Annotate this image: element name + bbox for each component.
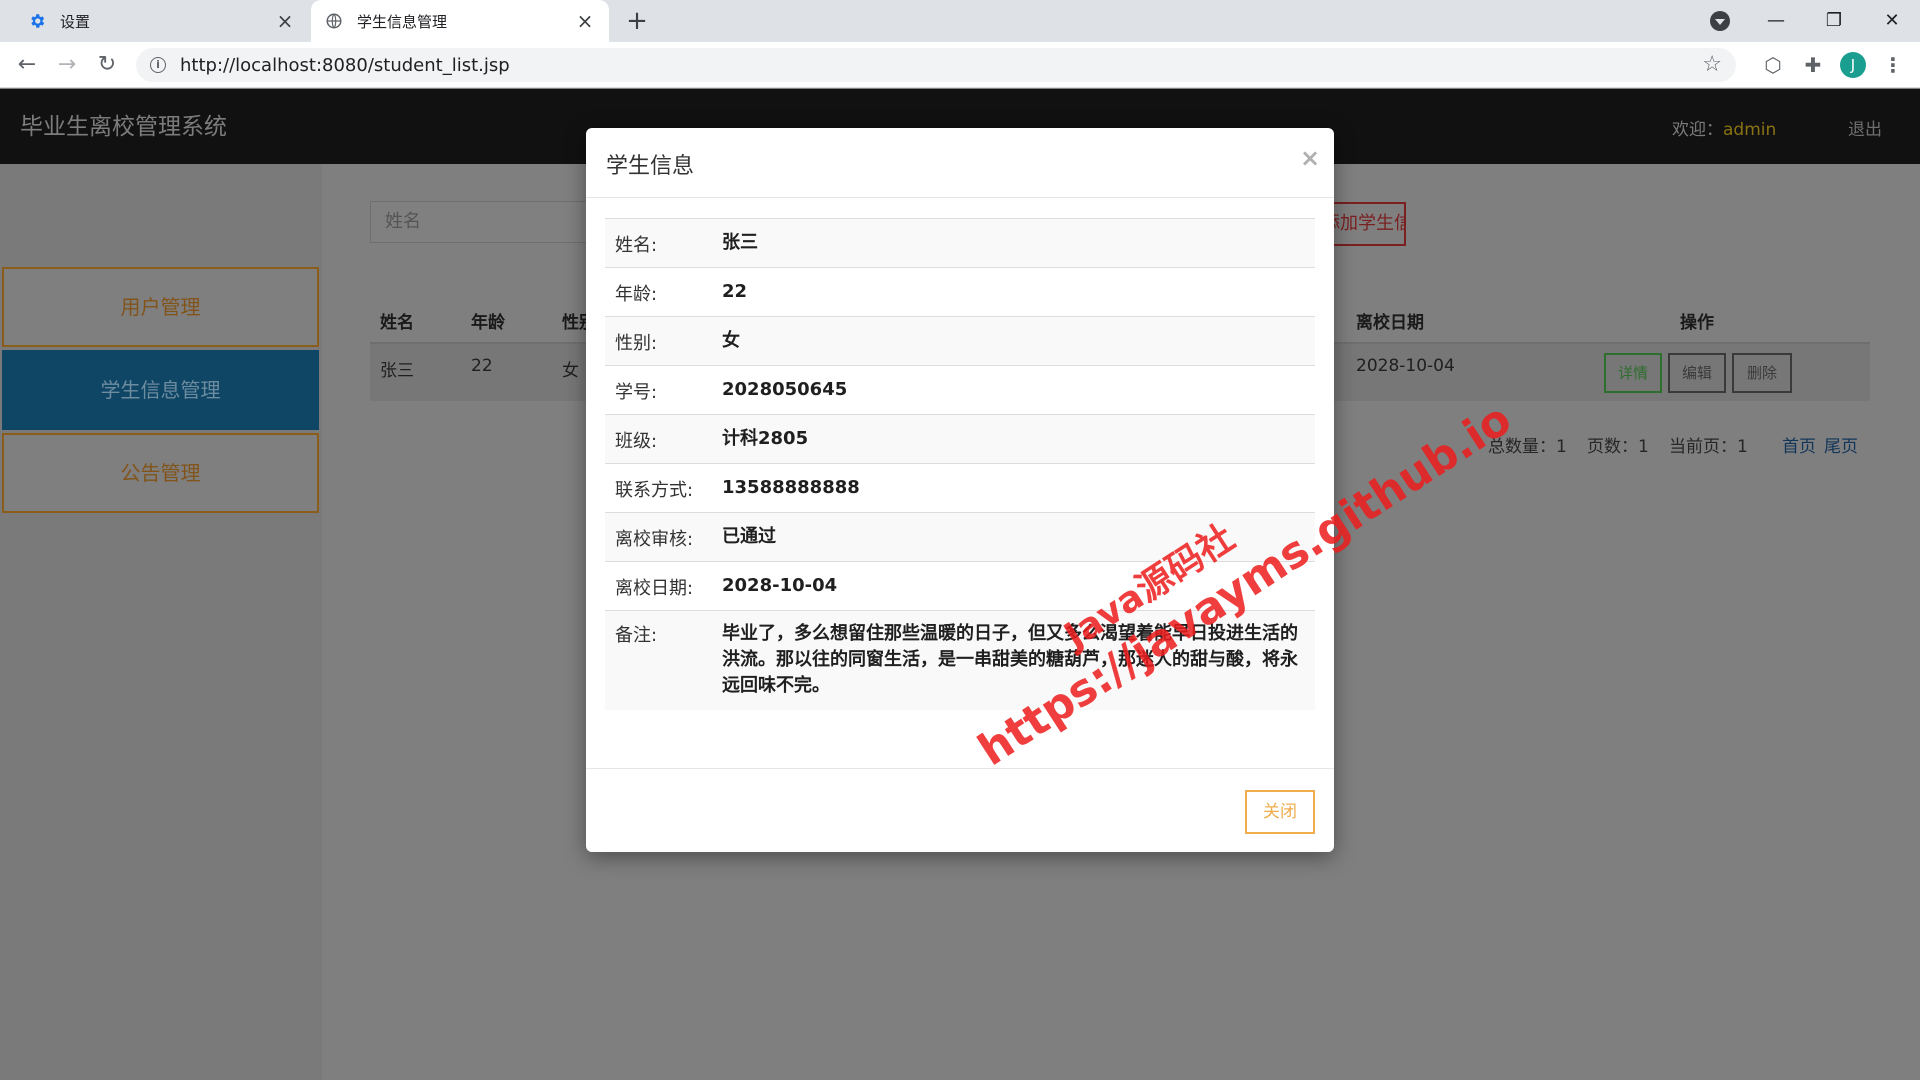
detail-value: 毕业了，多么想留住那些温暖的日子，但又多么渴望着能早日投进生活的洪流。那以往的同… — [712, 610, 1315, 710]
globe-icon — [326, 13, 342, 29]
close-button[interactable]: 关闭 — [1245, 790, 1315, 834]
sidebar-item-users[interactable]: 用户管理 — [2, 267, 319, 347]
cell-leave-date: 2028-10-04 — [1356, 356, 1455, 376]
cell-age: 22 — [471, 356, 493, 376]
column-header-name: 姓名 — [380, 313, 414, 333]
detail-label: 姓名: — [605, 218, 712, 268]
url-text: http://localhost:8080/student_list.jsp — [180, 54, 510, 76]
info-icon[interactable]: i — [150, 57, 166, 73]
detail-label: 年龄: — [605, 267, 712, 317]
pager-current: 当前页：1 — [1669, 432, 1748, 457]
pager-total: 总数量：1 — [1488, 432, 1567, 457]
student-detail-table: 姓名: 张三 年龄: 22 性别: 女 学号: 2028050645 班级: 计… — [605, 218, 1315, 710]
detail-label: 备注: — [605, 610, 712, 710]
detail-row: 离校日期: 2028-10-04 — [605, 561, 1315, 611]
more-menu-icon[interactable]: ⋮ — [1880, 52, 1906, 78]
modal-header: 学生信息 × — [586, 128, 1334, 198]
detail-row: 学号: 2028050645 — [605, 365, 1315, 415]
column-header-age: 年龄 — [471, 313, 505, 333]
welcome-prefix: 欢迎： — [1672, 120, 1723, 140]
detail-value: 女 — [712, 316, 1315, 366]
address-bar[interactable]: i http://localhost:8080/student_list.jsp… — [136, 48, 1736, 82]
tab-student-management[interactable]: 学生信息管理 × — [311, 0, 609, 42]
cell-name: 张三 — [380, 361, 414, 381]
detail-label: 离校审核: — [605, 512, 712, 562]
detail-row: 年龄: 22 — [605, 267, 1315, 317]
welcome-text: 欢迎：admin — [1672, 115, 1776, 140]
detail-value: 2028-10-04 — [712, 561, 1315, 611]
detail-row-note: 备注: 毕业了，多么想留住那些温暖的日子，但又多么渴望着能早日投进生活的洪流。那… — [605, 610, 1315, 710]
detail-row: 离校审核: 已通过 — [605, 512, 1315, 562]
detail-value: 13588888888 — [712, 463, 1315, 513]
logout-link[interactable]: 退出 — [1848, 115, 1882, 140]
tab-settings[interactable]: 设置 × — [14, 0, 309, 42]
detail-row: 性别: 女 — [605, 316, 1315, 366]
username: admin — [1723, 120, 1777, 140]
detail-row: 班级: 计科2805 — [605, 414, 1315, 464]
close-icon[interactable]: × — [1300, 144, 1320, 172]
pager-current-label: 当前页： — [1669, 437, 1737, 457]
restore-button[interactable]: ❐ — [1814, 6, 1854, 36]
first-page-link[interactable]: 首页 — [1782, 432, 1816, 457]
window-close-button[interactable]: ✕ — [1872, 6, 1912, 36]
app-brand[interactable]: 毕业生离校管理系统 — [20, 107, 227, 141]
detail-label: 学号: — [605, 365, 712, 415]
pager-pages-label: 页数： — [1587, 437, 1638, 457]
detail-value: 22 — [712, 267, 1315, 317]
detail-value: 计科2805 — [712, 414, 1315, 464]
detail-label: 性别: — [605, 316, 712, 366]
sidebar-item-students[interactable]: 学生信息管理 — [2, 350, 319, 430]
search-input[interactable]: 姓名 — [370, 201, 590, 243]
pager-total-label: 总数量： — [1488, 437, 1556, 457]
forward-button[interactable]: → — [52, 50, 82, 80]
browser-tabstrip: 设置 × 学生信息管理 × + — ❐ ✕ — [0, 0, 1920, 42]
detail-label: 离校日期: — [605, 561, 712, 611]
cell-gender: 女 — [562, 361, 579, 381]
sidebar: 用户管理 学生信息管理 公告管理 — [0, 164, 322, 1080]
detail-value: 2028050645 — [712, 365, 1315, 415]
extension-hex-icon[interactable]: ⬡ — [1760, 52, 1786, 78]
gear-icon — [31, 14, 45, 28]
student-info-modal: 学生信息 × 姓名: 张三 年龄: 22 性别: 女 学号: 202805064… — [586, 128, 1334, 852]
close-icon[interactable]: × — [575, 9, 595, 33]
tab-title: 设置 — [60, 12, 91, 31]
tab-search-icon[interactable] — [1710, 11, 1730, 31]
bookmark-star-icon[interactable]: ☆ — [1702, 52, 1722, 77]
column-header-leave-date: 离校日期 — [1356, 313, 1424, 333]
puzzle-icon[interactable]: ✚ — [1800, 52, 1826, 78]
edit-button[interactable]: 编辑 — [1668, 353, 1726, 393]
back-button[interactable]: ← — [12, 50, 42, 80]
profile-avatar[interactable]: J — [1840, 52, 1866, 78]
pager-current-value: 1 — [1737, 437, 1748, 457]
close-icon[interactable]: × — [275, 9, 295, 33]
detail-value: 已通过 — [712, 512, 1315, 562]
browser-toolbar: ← → ↻ i http://localhost:8080/student_li… — [0, 42, 1920, 88]
new-tab-button[interactable]: + — [622, 6, 652, 36]
tab-title: 学生信息管理 — [357, 12, 448, 31]
detail-label: 班级: — [605, 414, 712, 464]
minimize-button[interactable]: — — [1756, 6, 1796, 36]
delete-button[interactable]: 删除 — [1732, 353, 1792, 393]
sidebar-item-notices[interactable]: 公告管理 — [2, 433, 319, 513]
reload-button[interactable]: ↻ — [92, 50, 122, 80]
pager-pages-value: 1 — [1638, 437, 1649, 457]
column-header-actions: 操作 — [1680, 313, 1714, 333]
modal-footer-divider — [586, 768, 1334, 769]
last-page-link[interactable]: 尾页 — [1824, 432, 1858, 457]
detail-row: 联系方式: 13588888888 — [605, 463, 1315, 513]
detail-label: 联系方式: — [605, 463, 712, 513]
modal-title: 学生信息 — [606, 154, 695, 179]
detail-row: 姓名: 张三 — [605, 218, 1315, 268]
pager-total-value: 1 — [1556, 437, 1567, 457]
detail-button[interactable]: 详情 — [1604, 353, 1662, 393]
pager-pages: 页数：1 — [1587, 432, 1649, 457]
detail-value: 张三 — [712, 218, 1315, 268]
